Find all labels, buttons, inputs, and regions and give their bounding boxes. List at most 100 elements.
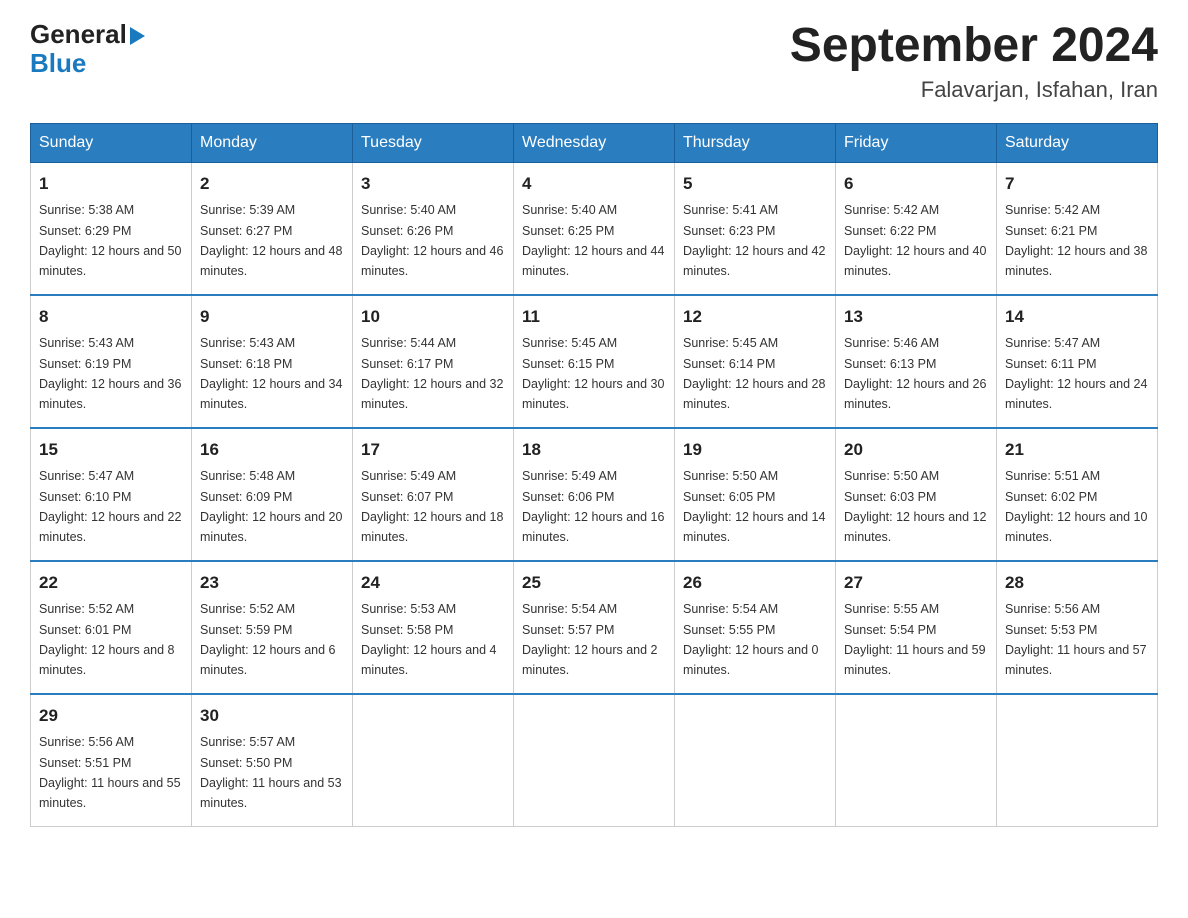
day-number: 24 [361,570,505,596]
day-number: 14 [1005,304,1149,330]
day-cell: 18 Sunrise: 5:49 AMSunset: 6:06 PMDaylig… [514,428,675,561]
day-cell [514,694,675,827]
day-info: Sunrise: 5:39 AMSunset: 6:27 PMDaylight:… [200,203,342,278]
day-info: Sunrise: 5:57 AMSunset: 5:50 PMDaylight:… [200,735,342,810]
calendar-table: SundayMondayTuesdayWednesdayThursdayFrid… [30,123,1158,827]
day-info: Sunrise: 5:56 AMSunset: 5:51 PMDaylight:… [39,735,181,810]
logo-blue: Blue [30,49,145,78]
day-cell: 25 Sunrise: 5:54 AMSunset: 5:57 PMDaylig… [514,561,675,694]
day-info: Sunrise: 5:38 AMSunset: 6:29 PMDaylight:… [39,203,181,278]
day-number: 3 [361,171,505,197]
day-number: 16 [200,437,344,463]
week-row-5: 29 Sunrise: 5:56 AMSunset: 5:51 PMDaylig… [31,694,1158,827]
day-cell: 26 Sunrise: 5:54 AMSunset: 5:55 PMDaylig… [675,561,836,694]
day-cell: 4 Sunrise: 5:40 AMSunset: 6:25 PMDayligh… [514,162,675,295]
day-cell: 5 Sunrise: 5:41 AMSunset: 6:23 PMDayligh… [675,162,836,295]
day-cell: 20 Sunrise: 5:50 AMSunset: 6:03 PMDaylig… [836,428,997,561]
day-cell: 21 Sunrise: 5:51 AMSunset: 6:02 PMDaylig… [997,428,1158,561]
day-info: Sunrise: 5:43 AMSunset: 6:18 PMDaylight:… [200,336,342,411]
weekday-header-friday: Friday [836,123,997,162]
day-number: 5 [683,171,827,197]
day-cell: 30 Sunrise: 5:57 AMSunset: 5:50 PMDaylig… [192,694,353,827]
day-cell: 6 Sunrise: 5:42 AMSunset: 6:22 PMDayligh… [836,162,997,295]
day-info: Sunrise: 5:40 AMSunset: 6:26 PMDaylight:… [361,203,503,278]
day-cell: 10 Sunrise: 5:44 AMSunset: 6:17 PMDaylig… [353,295,514,428]
day-info: Sunrise: 5:40 AMSunset: 6:25 PMDaylight:… [522,203,664,278]
day-cell: 24 Sunrise: 5:53 AMSunset: 5:58 PMDaylig… [353,561,514,694]
day-info: Sunrise: 5:45 AMSunset: 6:14 PMDaylight:… [683,336,825,411]
day-cell: 17 Sunrise: 5:49 AMSunset: 6:07 PMDaylig… [353,428,514,561]
day-cell [675,694,836,827]
day-info: Sunrise: 5:44 AMSunset: 6:17 PMDaylight:… [361,336,503,411]
week-row-4: 22 Sunrise: 5:52 AMSunset: 6:01 PMDaylig… [31,561,1158,694]
day-cell: 22 Sunrise: 5:52 AMSunset: 6:01 PMDaylig… [31,561,192,694]
day-number: 20 [844,437,988,463]
day-number: 2 [200,171,344,197]
day-number: 30 [200,703,344,729]
day-cell: 9 Sunrise: 5:43 AMSunset: 6:18 PMDayligh… [192,295,353,428]
month-title: September 2024 [790,20,1158,73]
day-number: 19 [683,437,827,463]
day-cell [997,694,1158,827]
logo-arrow-icon [130,27,145,45]
day-number: 18 [522,437,666,463]
day-cell: 16 Sunrise: 5:48 AMSunset: 6:09 PMDaylig… [192,428,353,561]
logo-general: General [30,20,145,49]
day-info: Sunrise: 5:49 AMSunset: 6:07 PMDaylight:… [361,469,503,544]
day-number: 28 [1005,570,1149,596]
weekday-header-sunday: Sunday [31,123,192,162]
day-number: 12 [683,304,827,330]
day-number: 22 [39,570,183,596]
day-info: Sunrise: 5:42 AMSunset: 6:22 PMDaylight:… [844,203,986,278]
weekday-header-thursday: Thursday [675,123,836,162]
weekday-header-saturday: Saturday [997,123,1158,162]
day-info: Sunrise: 5:48 AMSunset: 6:09 PMDaylight:… [200,469,342,544]
day-cell: 7 Sunrise: 5:42 AMSunset: 6:21 PMDayligh… [997,162,1158,295]
day-info: Sunrise: 5:52 AMSunset: 5:59 PMDaylight:… [200,602,336,677]
weekday-header-tuesday: Tuesday [353,123,514,162]
weekday-header-monday: Monday [192,123,353,162]
day-number: 1 [39,171,183,197]
day-number: 6 [844,171,988,197]
calendar-body: 1 Sunrise: 5:38 AMSunset: 6:29 PMDayligh… [31,162,1158,826]
day-info: Sunrise: 5:54 AMSunset: 5:57 PMDaylight:… [522,602,658,677]
day-number: 10 [361,304,505,330]
day-info: Sunrise: 5:54 AMSunset: 5:55 PMDaylight:… [683,602,819,677]
day-info: Sunrise: 5:50 AMSunset: 6:03 PMDaylight:… [844,469,986,544]
day-number: 7 [1005,171,1149,197]
day-number: 27 [844,570,988,596]
day-info: Sunrise: 5:55 AMSunset: 5:54 PMDaylight:… [844,602,986,677]
location-title: Falavarjan, Isfahan, Iran [790,77,1158,103]
day-cell [353,694,514,827]
week-row-1: 1 Sunrise: 5:38 AMSunset: 6:29 PMDayligh… [31,162,1158,295]
day-number: 26 [683,570,827,596]
day-number: 17 [361,437,505,463]
day-number: 29 [39,703,183,729]
day-number: 23 [200,570,344,596]
day-info: Sunrise: 5:41 AMSunset: 6:23 PMDaylight:… [683,203,825,278]
day-cell: 15 Sunrise: 5:47 AMSunset: 6:10 PMDaylig… [31,428,192,561]
day-info: Sunrise: 5:52 AMSunset: 6:01 PMDaylight:… [39,602,175,677]
day-cell: 8 Sunrise: 5:43 AMSunset: 6:19 PMDayligh… [31,295,192,428]
logo: General Blue [30,20,145,77]
day-number: 4 [522,171,666,197]
day-cell: 14 Sunrise: 5:47 AMSunset: 6:11 PMDaylig… [997,295,1158,428]
week-row-3: 15 Sunrise: 5:47 AMSunset: 6:10 PMDaylig… [31,428,1158,561]
day-number: 15 [39,437,183,463]
day-info: Sunrise: 5:56 AMSunset: 5:53 PMDaylight:… [1005,602,1147,677]
day-info: Sunrise: 5:50 AMSunset: 6:05 PMDaylight:… [683,469,825,544]
day-number: 25 [522,570,666,596]
day-number: 8 [39,304,183,330]
day-cell: 12 Sunrise: 5:45 AMSunset: 6:14 PMDaylig… [675,295,836,428]
title-area: September 2024 Falavarjan, Isfahan, Iran [790,20,1158,103]
day-info: Sunrise: 5:46 AMSunset: 6:13 PMDaylight:… [844,336,986,411]
day-number: 11 [522,304,666,330]
day-cell: 1 Sunrise: 5:38 AMSunset: 6:29 PMDayligh… [31,162,192,295]
day-info: Sunrise: 5:49 AMSunset: 6:06 PMDaylight:… [522,469,664,544]
day-info: Sunrise: 5:42 AMSunset: 6:21 PMDaylight:… [1005,203,1147,278]
day-cell: 29 Sunrise: 5:56 AMSunset: 5:51 PMDaylig… [31,694,192,827]
day-info: Sunrise: 5:51 AMSunset: 6:02 PMDaylight:… [1005,469,1147,544]
week-row-2: 8 Sunrise: 5:43 AMSunset: 6:19 PMDayligh… [31,295,1158,428]
day-cell: 28 Sunrise: 5:56 AMSunset: 5:53 PMDaylig… [997,561,1158,694]
day-info: Sunrise: 5:47 AMSunset: 6:10 PMDaylight:… [39,469,181,544]
